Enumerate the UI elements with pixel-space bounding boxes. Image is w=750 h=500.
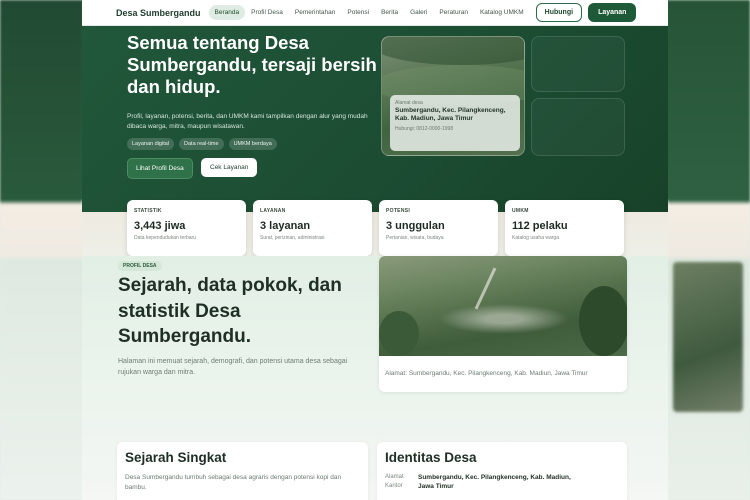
nav-item-pemerintahan[interactable]: Pemerintahan xyxy=(289,5,341,20)
brand-logo[interactable]: Desa Sumbergandu xyxy=(116,8,201,18)
nav-item-galeri[interactable]: Galeri xyxy=(404,5,433,20)
nav-item-berita[interactable]: Berita xyxy=(375,5,404,20)
profil-photo-card: Alamat: Sumbergandu, Kec. Pilangkenceng,… xyxy=(379,256,627,392)
address-phone: Hubungi: 0812-0000-1998 xyxy=(395,126,454,132)
ghost-card xyxy=(531,36,625,92)
lihat-profil-button[interactable]: Lihat Profil Desa xyxy=(127,158,193,179)
identitas-row: Alamat Kantor Sumbergandu, Kec. Pilangke… xyxy=(385,473,619,491)
stats-row: STATISTIK 3,443 jiwa Data kependudukan t… xyxy=(127,200,624,256)
address-value: Sumbergandu, Kec. Pilangkenceng, Kab. Ma… xyxy=(395,107,506,122)
stat-value: 3 unggulan xyxy=(386,220,445,232)
identitas-title: Identitas Desa xyxy=(385,450,477,465)
stat-subtitle: Surat, perizinan, administrasi xyxy=(260,235,325,241)
cek-layanan-button[interactable]: Cek Layanan xyxy=(201,158,258,177)
identitas-card: Identitas Desa Alamat Kantor Sumbergandu… xyxy=(377,442,627,500)
nav-item-katalog-umkm[interactable]: Katalog UMKM xyxy=(474,5,530,20)
hero-village-photo: Alamat desa Sumbergandu, Kec. Pilangkenc… xyxy=(381,36,525,156)
stat-label: POTENSI xyxy=(386,208,411,214)
hero-chips: Layanan digital Data real-time UMKM berd… xyxy=(127,138,277,150)
address-label: Alamat desa xyxy=(395,100,423,106)
stat-value: 3,443 jiwa xyxy=(134,220,186,232)
backdrop-ghost-photo xyxy=(673,262,743,412)
hubungi-button[interactable]: Hubungi xyxy=(535,3,583,22)
stat-value: 112 pelaku xyxy=(512,220,568,232)
sejarah-card: Sejarah Singkat Desa Sumbergandu tumbuh … xyxy=(117,442,368,500)
page-frame: Desa Sumbergandu Beranda Profil Desa Pem… xyxy=(82,0,668,500)
profil-badge: PROFIL DESA xyxy=(118,261,162,271)
stat-label: UMKM xyxy=(512,208,529,214)
bottom-section: Sejarah Singkat Desa Sumbergandu tumbuh … xyxy=(82,421,668,500)
chip-umkm-berdaya: UMKM berdaya xyxy=(228,138,277,150)
sejarah-title: Sejarah Singkat xyxy=(125,450,227,465)
address-card: Alamat desa Sumbergandu, Kec. Pilangkenc… xyxy=(390,95,520,151)
nav-item-peraturan[interactable]: Peraturan xyxy=(433,5,474,20)
photo-hill-ridge xyxy=(382,37,524,65)
ghost-card xyxy=(531,98,625,156)
stat-subtitle: Katalog usaha warga xyxy=(512,235,559,241)
village-landscape-photo xyxy=(379,256,627,356)
photo-tree xyxy=(579,286,627,356)
identitas-value: Sumbergandu, Kec. Pilangkenceng, Kab. Ma… xyxy=(418,474,571,490)
stat-card-potensi[interactable]: POTENSI 3 unggulan Pertanian, wisata, bu… xyxy=(379,200,498,256)
stat-card-statistik[interactable]: STATISTIK 3,443 jiwa Data kependudukan t… xyxy=(127,200,246,256)
chip-data-real-time: Data real-time xyxy=(179,138,224,150)
profil-section: PROFIL DESA Sejarah, data pokok, dan sta… xyxy=(82,256,668,421)
stat-card-layanan[interactable]: LAYANAN 3 layanan Surat, perizinan, admi… xyxy=(253,200,372,256)
nav-item-potensi[interactable]: Potensi xyxy=(341,5,375,20)
stat-card-umkm[interactable]: UMKM 112 pelaku Katalog usaha warga xyxy=(505,200,624,256)
photo-tree xyxy=(379,311,419,356)
layanan-button[interactable]: Layanan xyxy=(588,3,637,22)
stat-subtitle: Pertanian, wisata, budaya xyxy=(386,235,444,241)
stat-subtitle: Data kependudukan terbaru xyxy=(134,235,196,241)
identitas-key: Alamat Kantor xyxy=(385,474,404,489)
sejarah-text: Desa Sumbergandu tumbuh sebagai desa agr… xyxy=(125,474,342,491)
chip-layanan-digital: Layanan digital xyxy=(127,138,175,150)
profil-title: Sejarah, data pokok, dan statistik Desa … xyxy=(118,275,342,347)
photo-village-roofs xyxy=(439,304,569,334)
backdrop-left-panel xyxy=(0,0,82,500)
stat-value: 3 layanan xyxy=(260,220,311,232)
hero-title: Semua tentang Desa Sumbergandu, tersaji … xyxy=(127,32,377,97)
stat-label: LAYANAN xyxy=(260,208,286,214)
top-navbar: Desa Sumbergandu Beranda Profil Desa Pem… xyxy=(82,0,668,26)
hero-description: Profil, layanan, potensi, berita, dan UM… xyxy=(127,113,368,130)
profil-description: Halaman ini memuat sejarah, demografi, d… xyxy=(118,358,348,376)
nav-item-beranda[interactable]: Beranda xyxy=(208,5,246,20)
profil-address: Alamat: Sumbergandu, Kec. Pilangkenceng,… xyxy=(385,370,588,377)
stat-label: STATISTIK xyxy=(134,208,162,214)
nav-item-profil-desa[interactable]: Profil Desa xyxy=(245,5,289,20)
backdrop-right-panel xyxy=(668,0,750,500)
hero-section: Semua tentang Desa Sumbergandu, tersaji … xyxy=(82,26,668,212)
